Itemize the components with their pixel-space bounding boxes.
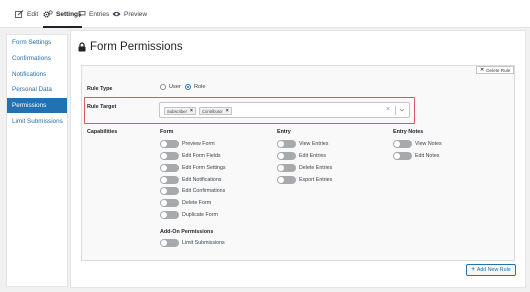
radio-circle-icon: [160, 84, 166, 90]
perm-duplicate-form[interactable]: Duplicate Form: [160, 211, 218, 219]
sidebar-item-form-settings[interactable]: Form Settings: [7, 35, 67, 51]
toggle-switch[interactable]: [160, 211, 179, 219]
perm-view-entries[interactable]: View Entries: [277, 140, 328, 148]
toggle-switch[interactable]: [277, 176, 296, 184]
perm-label: Preview Form: [182, 141, 215, 147]
perm-label: Edit Entries: [299, 153, 327, 159]
perm-edit-notes[interactable]: Edit Notes: [393, 152, 439, 160]
tab-settings[interactable]: Settings: [43, 0, 82, 28]
tab-preview-label: Preview: [124, 10, 148, 18]
toggle-switch[interactable]: [160, 239, 179, 247]
perm-delete-entries[interactable]: Delete Entries: [277, 164, 332, 172]
entry-column-heading: Entry: [277, 129, 291, 135]
sidebar-item-limit-submissions[interactable]: Limit Submissions: [7, 113, 67, 129]
toggle-switch[interactable]: [160, 176, 179, 184]
tab-edit[interactable]: Edit: [15, 0, 38, 28]
page-title: Form Permissions: [78, 41, 183, 53]
pencil-icon: [15, 10, 24, 18]
perm-label: Duplicate Form: [182, 212, 218, 218]
toggle-switch[interactable]: [160, 187, 179, 195]
toggle-switch[interactable]: [393, 152, 412, 160]
toggle-switch[interactable]: [393, 140, 412, 148]
toggle-switch[interactable]: [160, 152, 179, 160]
add-new-rule-button[interactable]: + Add New Rule: [466, 264, 516, 276]
toggle-switch[interactable]: [277, 152, 296, 160]
tab-entries[interactable]: Entries: [78, 0, 109, 28]
perm-label: Edit Notifications: [182, 177, 222, 183]
capabilities-label: Capabilities: [87, 129, 118, 135]
radio-role-label: Role: [194, 84, 206, 90]
tab-edit-label: Edit: [27, 10, 39, 18]
top-tab-bar: Edit Settings Entries Preview: [0, 0, 530, 28]
rule-target-select[interactable]: Subscriber × Contributor × ×: [159, 102, 410, 118]
tab-entries-label: Entries: [89, 10, 110, 18]
addon-permissions-heading: Add-On Permissions: [160, 229, 214, 235]
perm-view-notes[interactable]: View Notes: [393, 140, 442, 148]
perm-label: Export Entries: [299, 177, 333, 183]
perm-edit-notifications[interactable]: Edit Notifications: [160, 176, 221, 184]
perm-label: Delete Entries: [299, 165, 333, 171]
toggle-switch[interactable]: [160, 199, 179, 207]
gears-icon: [43, 10, 53, 18]
tab-preview[interactable]: Preview: [112, 0, 147, 28]
entry-notes-column-heading: Entry Notes: [393, 129, 424, 135]
perm-delete-form[interactable]: Delete Form: [160, 199, 211, 207]
add-rule-label: Add New Rule: [476, 267, 511, 273]
sidebar-item-notifications[interactable]: Notifications: [7, 66, 67, 82]
clear-selection-icon[interactable]: ×: [386, 106, 390, 113]
toggle-switch[interactable]: [277, 140, 296, 148]
remove-chip-icon[interactable]: ×: [190, 108, 193, 114]
select-divider: [395, 106, 396, 115]
perm-label: Edit Confirmations: [182, 188, 226, 194]
delete-x-icon: ✕: [480, 67, 485, 73]
remove-chip-icon[interactable]: ×: [226, 108, 229, 114]
page-title-text: Form Permissions: [90, 41, 183, 53]
perm-preview-form[interactable]: Preview Form: [160, 140, 215, 148]
chip-label: Subscriber: [167, 108, 188, 114]
radio-user-label: User: [169, 84, 181, 90]
perm-label: View Entries: [299, 141, 329, 147]
rule-type-label: Rule Type: [87, 86, 113, 92]
perm-export-entries[interactable]: Export Entries: [277, 176, 332, 184]
permission-rule-card: [81, 65, 515, 261]
perm-label: Edit Form Fields: [182, 153, 221, 159]
perm-label: Edit Form Settings: [182, 165, 226, 171]
rule-type-user-radio[interactable]: User: [160, 84, 181, 90]
rule-type-role-radio[interactable]: Role: [185, 84, 206, 90]
eye-icon: [112, 11, 121, 17]
chevron-down-icon[interactable]: [399, 107, 405, 113]
perm-edit-confirmations[interactable]: Edit Confirmations: [160, 187, 225, 195]
delete-rule-button[interactable]: ✕ Delete Rule: [476, 66, 515, 74]
delete-rule-label: Delete Rule: [486, 67, 511, 73]
perm-label: View Notes: [415, 141, 442, 147]
target-chip-subscriber: Subscriber ×: [164, 107, 196, 115]
perm-label: Delete Form: [182, 200, 212, 206]
rule-target-label: Rule Target: [87, 104, 117, 110]
perm-edit-form-settings[interactable]: Edit Form Settings: [160, 164, 226, 172]
chip-label: Contributor: [202, 108, 223, 114]
sidebar-item-permissions[interactable]: Permissions: [7, 97, 67, 114]
perm-label: Edit Notes: [415, 153, 440, 159]
toggle-switch[interactable]: [277, 164, 296, 172]
toggle-switch[interactable]: [160, 164, 179, 172]
perm-edit-form-fields[interactable]: Edit Form Fields: [160, 152, 221, 160]
sidebar-item-personal-data[interactable]: Personal Data: [7, 82, 67, 98]
speech-bubble-icon: [78, 11, 86, 18]
perm-edit-entries[interactable]: Edit Entries: [277, 152, 326, 160]
lock-icon: [78, 42, 86, 52]
radio-checked-icon: [185, 84, 191, 90]
sidebar-item-confirmations[interactable]: Confirmations: [7, 51, 67, 67]
toggle-switch[interactable]: [160, 140, 179, 148]
plus-icon: +: [471, 267, 475, 273]
target-chip-contributor: Contributor ×: [199, 107, 232, 115]
settings-sidebar: Form Settings Confirmations Notification…: [6, 34, 68, 287]
perm-limit-submissions[interactable]: Limit Submissions: [160, 239, 225, 247]
form-column-heading: Form: [160, 129, 174, 135]
perm-label: Limit Submissions: [182, 240, 225, 246]
